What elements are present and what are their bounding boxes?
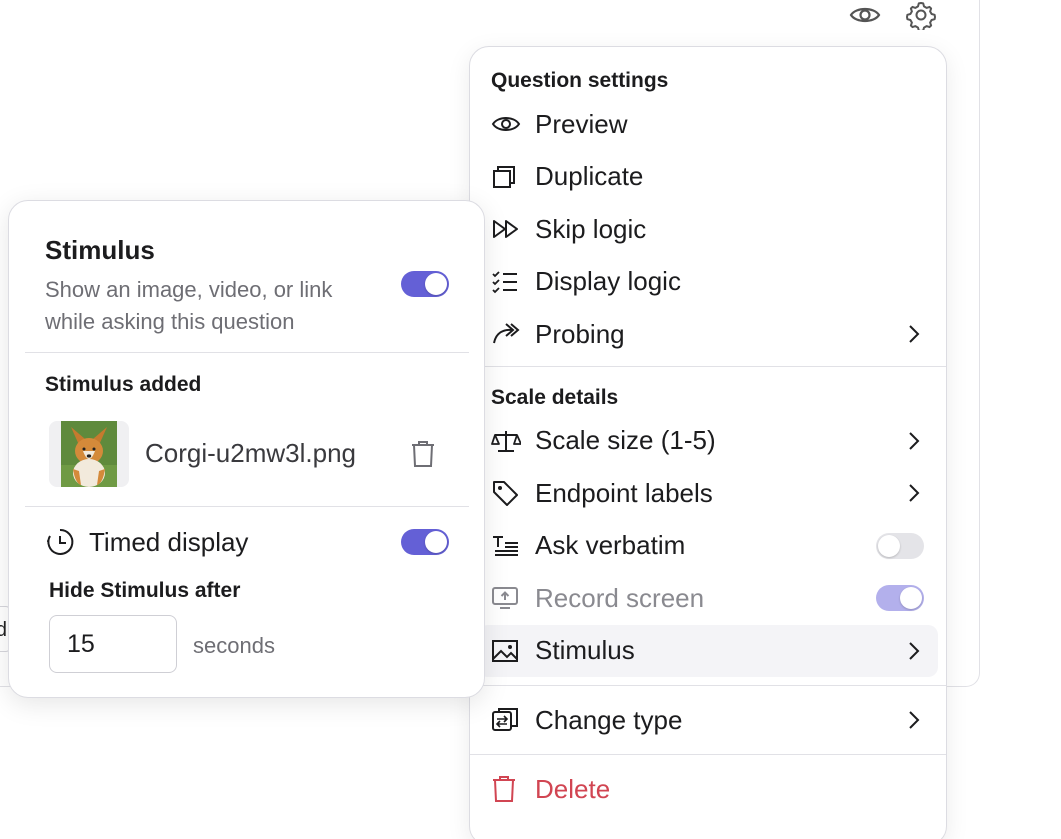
question-toolbar [848, 0, 938, 30]
tag-icon [491, 479, 523, 507]
stimulus-file-name: Corgi-u2mw3l.png [145, 438, 356, 468]
chevron-right-icon [909, 484, 920, 502]
chevron-right-icon [909, 642, 920, 660]
menu-item-endpoint-labels[interactable]: Endpoint labels [470, 467, 946, 520]
record-screen-toggle [876, 585, 924, 612]
settings-gear-button[interactable] [904, 0, 938, 30]
menu-item-skip-logic[interactable]: Skip logic [470, 203, 946, 256]
chevron-right-icon [909, 432, 920, 450]
seconds-unit-label: seconds [193, 633, 275, 658]
menu-item-change-type[interactable]: Change type [470, 686, 946, 754]
menu-item-label: Ask verbatim [535, 530, 686, 561]
menu-item-label: Skip logic [535, 213, 647, 244]
timer-icon [45, 527, 75, 557]
menu-item-probing[interactable]: Probing [470, 308, 946, 361]
menu-item-label: Duplicate [535, 161, 644, 192]
menu-item-duplicate[interactable]: Duplicate [470, 151, 946, 204]
image-icon [491, 637, 523, 665]
menu-item-preview[interactable]: Preview [470, 98, 946, 151]
copy-icon [491, 163, 523, 191]
menu-item-label: Preview [535, 108, 628, 139]
stimulus-thumbnail [49, 421, 129, 487]
gear-icon [906, 2, 936, 30]
menu-item-record-screen: Record screen [470, 572, 946, 625]
stimulus-panel: Stimulus Show an image, video, or link w… [8, 200, 485, 698]
text-lines-icon [491, 532, 523, 560]
stimulus-added-heading: Stimulus added [45, 373, 202, 396]
remove-stimulus-button[interactable] [409, 439, 441, 471]
list-check-icon [491, 268, 523, 296]
stimulus-enable-toggle[interactable] [401, 271, 449, 297]
trash-icon [491, 775, 523, 803]
corgi-image [61, 421, 117, 487]
background-input-text: d [0, 619, 7, 641]
menu-item-label: Scale size (1-5) [535, 425, 716, 456]
question-settings-menu: Question settings Preview Duplicate Skip… [469, 46, 947, 839]
question-settings-heading: Question settings [491, 69, 669, 92]
menu-item-label: Change type [535, 704, 683, 735]
menu-item-label: Stimulus [535, 635, 635, 666]
preview-eye-button[interactable] [848, 0, 882, 30]
scale-details-heading: Scale details [491, 385, 619, 409]
menu-item-display-logic[interactable]: Display logic [470, 256, 946, 309]
menu-item-label: Probing [535, 318, 625, 349]
scale-icon [491, 427, 523, 455]
stimulus-description: Show an image, video, or link while aski… [45, 277, 333, 334]
timed-display-toggle[interactable] [401, 529, 449, 555]
fast-forward-icon [491, 215, 523, 243]
panel-divider [25, 506, 469, 507]
eye-icon [491, 110, 523, 138]
hide-after-seconds-input[interactable] [49, 615, 177, 673]
menu-item-stimulus[interactable]: Stimulus [478, 624, 938, 677]
ask-verbatim-toggle[interactable] [876, 532, 924, 559]
panel-divider [25, 352, 469, 353]
menu-item-label: Endpoint labels [535, 477, 713, 508]
chevron-right-icon [909, 325, 920, 343]
menu-item-ask-verbatim[interactable]: Ask verbatim [470, 520, 946, 573]
stimulus-title: Stimulus [45, 235, 155, 265]
timed-display-label: Timed display [89, 527, 249, 557]
eye-icon [849, 7, 881, 23]
menu-item-label: Display logic [535, 266, 681, 297]
trash-icon [412, 441, 434, 467]
chevron-right-icon [909, 711, 920, 729]
hide-after-label: Hide Stimulus after [49, 579, 241, 602]
swap-icon [491, 706, 523, 734]
menu-item-scale-size[interactable]: Scale size (1-5) [470, 415, 946, 468]
share-arrow-icon [491, 320, 523, 348]
menu-item-delete[interactable]: Delete [470, 755, 946, 823]
menu-item-label: Record screen [535, 582, 705, 613]
screen-record-icon [491, 584, 523, 612]
menu-item-label: Delete [535, 773, 611, 804]
